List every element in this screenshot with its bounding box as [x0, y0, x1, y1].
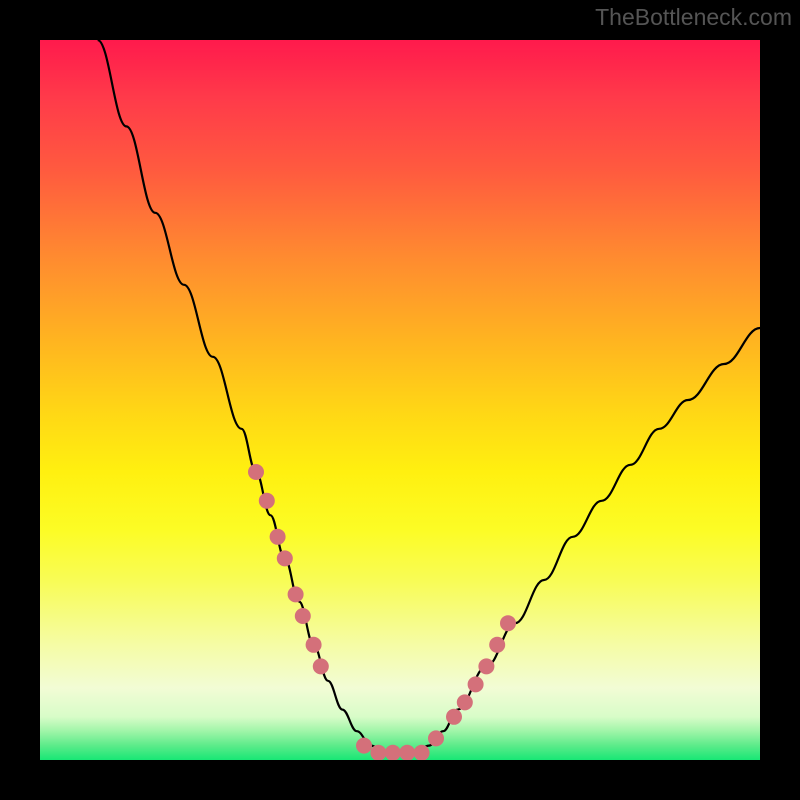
- marker-point: [385, 745, 401, 760]
- marker-point: [457, 694, 473, 710]
- marker-point: [288, 586, 304, 602]
- marker-point: [370, 745, 386, 760]
- bottleneck-curve: [98, 40, 760, 753]
- marker-point: [277, 550, 293, 566]
- chart-area: [40, 40, 760, 760]
- marker-point: [414, 745, 430, 760]
- watermark-text: TheBottleneck.com: [595, 4, 792, 31]
- marker-point: [295, 608, 311, 624]
- marker-point: [313, 658, 329, 674]
- marker-point: [428, 730, 444, 746]
- marker-point: [478, 658, 494, 674]
- marker-point: [399, 745, 415, 760]
- marker-point: [489, 637, 505, 653]
- marker-point: [356, 738, 372, 754]
- marker-point: [468, 676, 484, 692]
- marker-point: [500, 615, 516, 631]
- marker-point: [270, 529, 286, 545]
- curve-svg: [40, 40, 760, 760]
- marker-point: [248, 464, 264, 480]
- highlight-markers: [248, 464, 516, 760]
- marker-point: [259, 493, 275, 509]
- marker-point: [446, 709, 462, 725]
- marker-point: [306, 637, 322, 653]
